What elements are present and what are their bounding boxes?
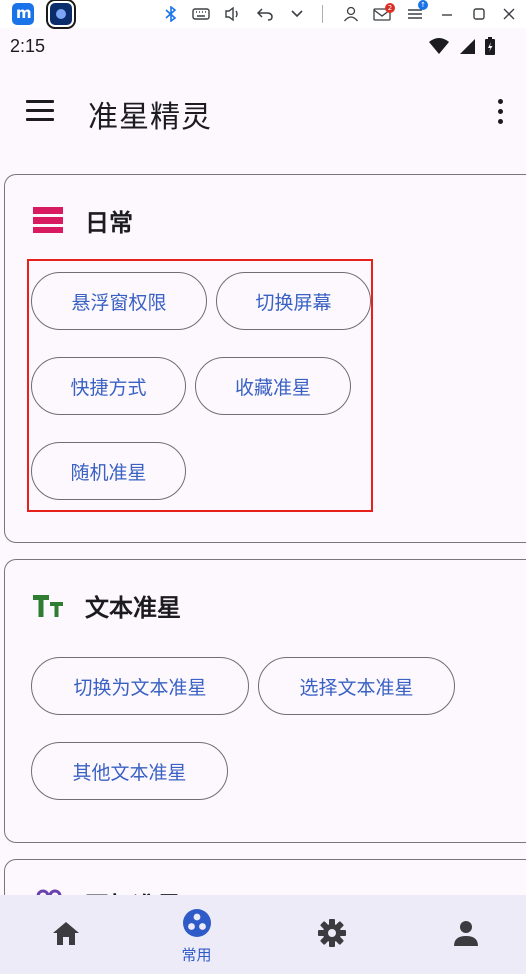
upload-badge-icon: ↑ (418, 0, 428, 10)
dot (497, 98, 503, 104)
menu-line (26, 117, 54, 121)
nav-home[interactable] (0, 895, 131, 974)
app-bar: 准星精灵 (0, 64, 526, 160)
host-app-icon[interactable] (12, 3, 34, 25)
nav-common[interactable]: 常用 (131, 895, 262, 974)
page-title: 准星精灵 (88, 100, 212, 135)
menu-line (26, 108, 54, 112)
select-text-crosshair-chip[interactable]: 选择文本准星 (258, 657, 455, 715)
nav-settings[interactable] (266, 895, 397, 974)
home-icon (51, 919, 81, 951)
host-taskbar: 2 ↑ (0, 0, 526, 29)
user-icon[interactable] (340, 3, 362, 25)
favorite-crosshair-chip[interactable]: 收藏准星 (195, 357, 351, 415)
volume-icon[interactable] (222, 3, 244, 25)
chevron-down-icon[interactable] (286, 3, 308, 25)
shortcut-chip[interactable]: 快捷方式 (31, 357, 186, 415)
close-icon[interactable] (498, 3, 520, 25)
minimize-icon[interactable] (436, 3, 458, 25)
settings-icon (316, 917, 348, 953)
mail-badge: 2 (385, 3, 395, 13)
menu-lines-icon[interactable]: ↑ (404, 0, 428, 25)
taskbar-divider (322, 5, 323, 23)
signal-icon (458, 37, 476, 59)
menu-line (26, 99, 54, 103)
mail-icon[interactable]: 2 (371, 3, 395, 25)
more-options-button[interactable] (488, 94, 512, 128)
battery-charging-icon (484, 36, 496, 60)
dot (497, 118, 503, 124)
random-crosshair-chip[interactable]: 随机准星 (31, 442, 186, 500)
other-text-crosshair-chip[interactable]: 其他文本准星 (31, 742, 228, 800)
overlay-permission-chip[interactable]: 悬浮窗权限 (31, 272, 207, 330)
view-list-icon (31, 203, 65, 237)
section-title: 文本准星 (85, 593, 181, 622)
keyboard-icon[interactable] (190, 3, 212, 25)
status-bar: 2:15 (0, 28, 526, 64)
status-time: 2:15 (10, 36, 46, 56)
host-active-app-icon[interactable] (46, 0, 76, 29)
text-format-icon (31, 588, 65, 622)
wifi-icon (428, 37, 450, 59)
dot (497, 108, 503, 114)
switch-to-text-crosshair-chip[interactable]: 切换为文本准星 (31, 657, 249, 715)
nav-account[interactable] (400, 895, 526, 974)
maximize-icon[interactable] (468, 3, 490, 25)
nav-label: 常用 (181, 946, 212, 964)
section-title: 日常 (85, 208, 133, 237)
navigation-menu-button[interactable] (22, 92, 58, 128)
bottom-navigation: 常用 (0, 895, 526, 974)
undo-icon[interactable] (254, 3, 276, 25)
apps-icon (182, 908, 212, 942)
account-icon (452, 919, 480, 951)
switch-screen-chip[interactable]: 切换屏幕 (216, 272, 371, 330)
bluetooth-off-icon[interactable] (160, 3, 182, 25)
